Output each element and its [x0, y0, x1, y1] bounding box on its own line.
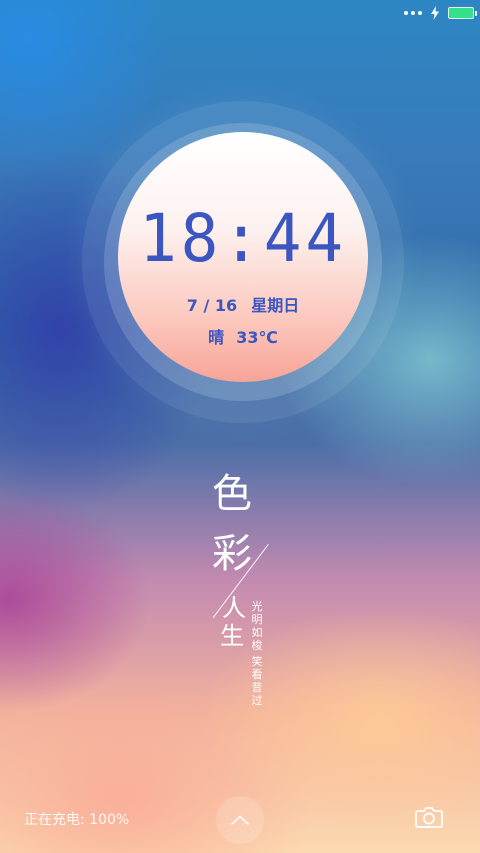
- art-vertical-text-2: 笑看昔过: [251, 655, 263, 707]
- art-char-life-2: 生: [220, 622, 244, 650]
- camera-button[interactable]: [414, 804, 444, 830]
- artwork-text: 色 彩 人 生 光明如梭 笑看昔过: [200, 470, 290, 720]
- charging-status: 正在充电: 100%: [24, 812, 130, 828]
- weekday: 星期日: [251, 296, 300, 315]
- clock-time: 18:44: [139, 200, 347, 277]
- weather-condition: 晴: [208, 328, 225, 347]
- weather-info: 晴 33℃: [118, 324, 368, 348]
- clock-date: 7 / 16 星期日: [118, 292, 368, 316]
- battery-icon: [448, 7, 477, 19]
- clock-widget: 18:44 7 / 16 星期日 晴 33℃: [118, 132, 368, 382]
- art-vertical-text-1: 光明如梭: [251, 600, 263, 652]
- art-char-life-1: 人: [222, 594, 246, 622]
- art-char-hue: 彩: [212, 531, 252, 577]
- camera-icon: [415, 807, 443, 828]
- temperature: 33℃: [236, 328, 278, 347]
- more-dots-icon: [404, 11, 422, 15]
- art-char-color: 色: [212, 471, 252, 517]
- swipe-up-button[interactable]: [216, 796, 264, 844]
- chevron-up-icon: [231, 815, 249, 825]
- date-day: 7 / 16: [186, 296, 238, 315]
- charging-bolt-icon: [431, 6, 439, 20]
- status-bar: [404, 4, 477, 22]
